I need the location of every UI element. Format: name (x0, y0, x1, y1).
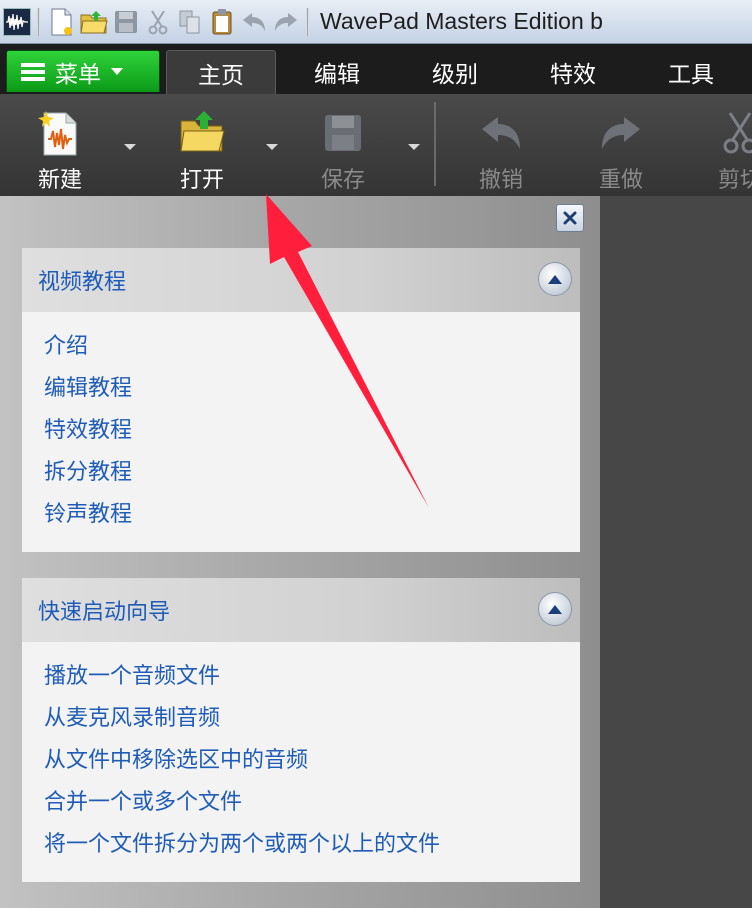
waveform-app-icon[interactable] (2, 5, 32, 39)
hamburger-icon (21, 62, 45, 81)
close-icon (563, 211, 577, 225)
collapse-video-tutorials-button[interactable] (538, 262, 572, 296)
ribbon-tab-bar: 菜单 主页 编辑 级别 特效 工具 (0, 44, 752, 94)
quick-start-header: 快速启动向导 (22, 578, 580, 642)
title-bar: WavePad Masters Edition b (0, 0, 752, 44)
list-item: 介绍 (44, 326, 580, 368)
redo-icon[interactable] (271, 5, 301, 39)
link-ringtone-tutorial[interactable]: 铃声教程 (44, 502, 132, 527)
link-play-audio[interactable]: 播放一个音频文件 (44, 664, 220, 689)
cut-icon[interactable] (143, 5, 173, 39)
open-button[interactable]: 打开 (162, 104, 242, 196)
video-tutorials-header: 视频教程 (22, 248, 580, 312)
open-button-label: 打开 (179, 168, 224, 193)
chevron-down-icon (111, 68, 123, 75)
main-menu-label: 菜单 (55, 61, 101, 88)
link-merge-files[interactable]: 合并一个或多个文件 (44, 790, 242, 815)
link-split-tutorial[interactable]: 拆分教程 (44, 460, 132, 485)
redo-button[interactable]: 重做 (581, 104, 661, 196)
chevron-up-icon (548, 274, 562, 284)
ribbon-separator (434, 102, 436, 186)
quick-start-list: 播放一个音频文件 从麦克风录制音频 从文件中移除选区中的音频 合并一个或多个文件… (22, 642, 580, 876)
new-file-icon (38, 104, 82, 162)
undo-icon[interactable] (239, 5, 269, 39)
tab-tools[interactable]: 工具 (636, 50, 746, 94)
undo-icon (480, 104, 522, 162)
list-item: 从麦克风录制音频 (44, 698, 580, 740)
link-remove-selection[interactable]: 从文件中移除选区中的音频 (44, 748, 308, 773)
quick-start-card: 快速启动向导 播放一个音频文件 从麦克风录制音频 从文件中移除选区中的音频 合并… (22, 578, 580, 882)
save-icon (323, 104, 363, 162)
open-folder-icon[interactable] (79, 5, 109, 39)
tab-home[interactable]: 主页 (166, 50, 276, 94)
save-icon[interactable] (111, 5, 141, 39)
link-record-mic[interactable]: 从麦克风录制音频 (44, 706, 220, 731)
toolbar-separator (37, 7, 40, 36)
save-dropdown-arrow[interactable] (408, 144, 420, 150)
list-item: 将一个文件拆分为两个或两个以上的文件 (44, 824, 580, 866)
list-item: 合并一个或多个文件 (44, 782, 580, 824)
list-item: 铃声教程 (44, 494, 580, 536)
quick-start-title: 快速启动向导 (38, 600, 171, 625)
list-item: 拆分教程 (44, 452, 580, 494)
new-button[interactable]: 新建 (20, 104, 100, 196)
tab-edit[interactable]: 编辑 (282, 50, 392, 94)
link-effects-tutorial[interactable]: 特效教程 (44, 418, 132, 443)
link-split-file[interactable]: 将一个文件拆分为两个或两个以上的文件 (44, 832, 440, 857)
undo-button-label: 撤销 (478, 168, 523, 193)
list-item: 播放一个音频文件 (44, 656, 580, 698)
save-button[interactable]: 保存 (303, 104, 383, 196)
toolbar-separator (306, 7, 309, 36)
save-button-label: 保存 (320, 168, 365, 193)
workspace-area (600, 196, 752, 908)
list-item: 编辑教程 (44, 368, 580, 410)
cut-button-label: 剪切 (717, 168, 752, 193)
link-edit-tutorial[interactable]: 编辑教程 (44, 376, 132, 401)
video-tutorials-card: 视频教程 介绍 编辑教程 特效教程 拆分教程 铃声教程 (22, 248, 580, 552)
open-folder-icon (178, 104, 226, 162)
chevron-up-icon (548, 604, 562, 614)
open-dropdown-arrow[interactable] (266, 144, 278, 150)
cut-icon (720, 104, 752, 162)
tab-levels[interactable]: 级别 (400, 50, 510, 94)
new-button-label: 新建 (37, 168, 82, 193)
ribbon-toolbar: 新建 打开 保存 撤销 重做 剪切 (0, 94, 752, 196)
close-panel-button[interactable] (556, 204, 584, 232)
redo-button-label: 重做 (598, 168, 643, 193)
list-item: 特效教程 (44, 410, 580, 452)
undo-button[interactable]: 撤销 (461, 104, 541, 196)
copy-icon[interactable] (175, 5, 205, 39)
collapse-quick-start-button[interactable] (538, 592, 572, 626)
paste-icon[interactable] (207, 5, 237, 39)
tab-effects[interactable]: 特效 (518, 50, 628, 94)
link-intro[interactable]: 介绍 (44, 334, 88, 359)
list-item: 从文件中移除选区中的音频 (44, 740, 580, 782)
video-tutorials-title: 视频教程 (38, 270, 127, 295)
new-dropdown-arrow[interactable] (124, 144, 136, 150)
window-title: WavePad Masters Edition b (320, 8, 603, 34)
main-menu-button[interactable]: 菜单 (6, 50, 160, 92)
video-tutorials-list: 介绍 编辑教程 特效教程 拆分教程 铃声教程 (22, 312, 580, 546)
start-panel: 视频教程 介绍 编辑教程 特效教程 拆分教程 铃声教程 快速启动向导 播放一个音… (0, 196, 600, 908)
new-file-icon[interactable] (47, 5, 77, 39)
redo-icon (600, 104, 642, 162)
cut-button[interactable]: 剪切 (700, 104, 752, 196)
